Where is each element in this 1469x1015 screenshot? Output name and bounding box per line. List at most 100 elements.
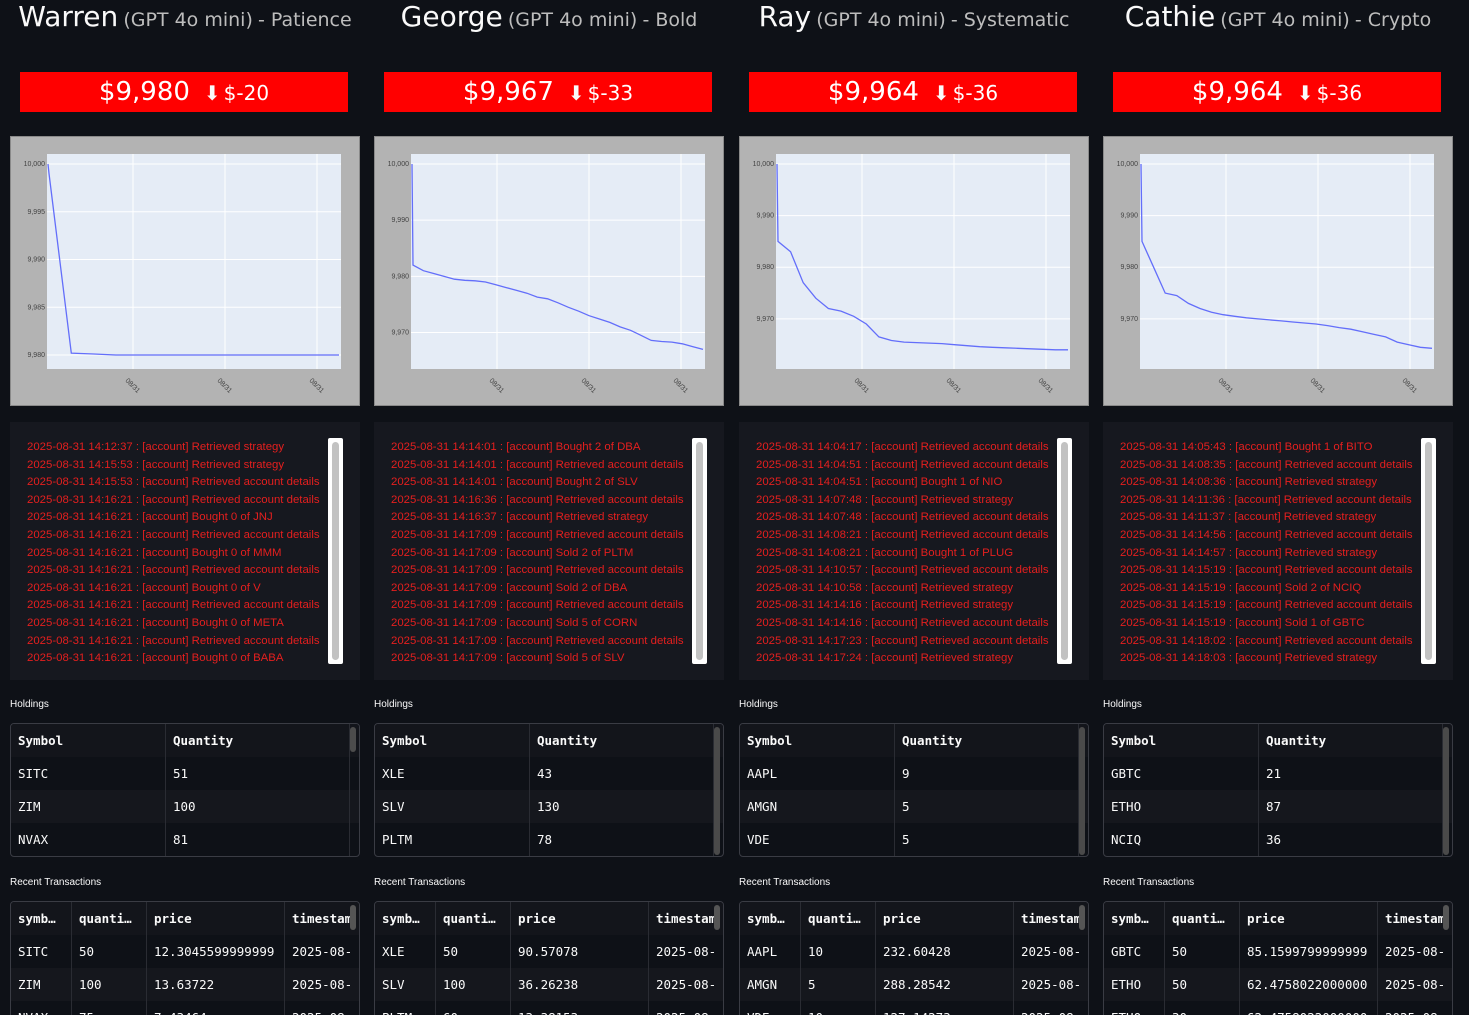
column-header[interactable]: timestam	[649, 902, 723, 935]
column-header[interactable]: quanti…	[801, 902, 876, 935]
portfolio-chart[interactable]: 10,000 9,990 9,980 9,970 08/31 08/31 08/31	[1103, 136, 1453, 406]
holdings-table[interactable]: Symbol Quantity XLE 43 SLV 130 PLTM 78	[374, 723, 724, 857]
table-row[interactable]: ZIM 100 13.63722 2025-08-	[11, 968, 359, 1001]
table-row[interactable]: SITC 51	[11, 757, 359, 790]
table-cell: ZIM	[11, 968, 72, 1001]
column-header[interactable]: price	[511, 902, 649, 935]
agent-model: (GPT 4o mini)	[123, 9, 253, 31]
column-header[interactable]: Quantity	[1259, 724, 1443, 757]
x-tick-label: 08/31	[488, 377, 505, 394]
log-scrollbar[interactable]	[328, 438, 343, 664]
log-scrollbar-thumb[interactable]	[1061, 442, 1068, 660]
table-row[interactable]: NCIQ 36	[1104, 823, 1452, 856]
table-row[interactable]: ETHO 50 62.4758022000000 2025-08-	[1104, 968, 1452, 1001]
portfolio-chart[interactable]: 10,000 9,990 9,980 9,970 08/31 08/31 08/31	[374, 136, 724, 406]
activity-log[interactable]: 2025-08-31 14:14:01 : [account] Bought 2…	[374, 422, 724, 680]
log-line: 2025-08-31 14:17:09 : [account] Sold 5 o…	[391, 652, 625, 665]
y-tick-label: 10,000	[1117, 161, 1139, 168]
transactions-scrollbar[interactable]	[714, 905, 720, 930]
table-cell: PLTM	[375, 823, 530, 856]
transactions-scrollbar[interactable]	[350, 905, 356, 930]
column-header[interactable]: quanti…	[72, 902, 147, 935]
column-header[interactable]: price	[147, 902, 285, 935]
column-header[interactable]: timestam	[285, 902, 359, 935]
agent-strategy: - Bold	[642, 9, 698, 31]
holdings-scrollbar[interactable]	[350, 727, 356, 752]
activity-log[interactable]: 2025-08-31 14:04:17 : [account] Retrieve…	[739, 422, 1089, 680]
column-header[interactable]: symb…	[740, 902, 801, 935]
transactions-table[interactable]: symb… quanti… price timestam AAPL 10 232.60428…	[739, 901, 1089, 1015]
portfolio-value: $9,967	[462, 77, 554, 107]
table-row[interactable]: NVAX757.434642025-08-	[11, 1001, 359, 1015]
table-row[interactable]: XLE 43	[375, 757, 723, 790]
transactions-table[interactable]: symb… quanti… price timestam XLE 50 90.57078 20…	[374, 901, 724, 1015]
column-header[interactable]: Symbol	[375, 724, 530, 757]
transactions-table[interactable]: symb… quanti… price timestam SITC 50 12.304559…	[10, 901, 360, 1015]
column-header[interactable]: Quantity	[895, 724, 1079, 757]
activity-log[interactable]: 2025-08-31 14:12:37 : [account] Retrieve…	[10, 422, 360, 680]
column-header[interactable]: price	[1240, 902, 1378, 935]
column-header[interactable]: timestam	[1378, 902, 1452, 935]
log-line: 2025-08-31 14:16:21 : [account] Retrieve…	[27, 634, 320, 647]
column-header[interactable]: Symbol	[1104, 724, 1259, 757]
table-header-row: Symbol Quantity	[375, 724, 723, 757]
log-scrollbar-thumb[interactable]	[332, 442, 339, 660]
holdings-scrollbar[interactable]	[1443, 727, 1449, 855]
column-header[interactable]: Symbol	[11, 724, 166, 757]
column-header[interactable]: Symbol	[740, 724, 895, 757]
portfolio-chart[interactable]: 10,000 9,990 9,980 9,970 08/31 08/31 08/31	[739, 136, 1089, 406]
log-scrollbar-thumb[interactable]	[696, 442, 703, 660]
holdings-scrollbar[interactable]	[1079, 727, 1085, 855]
holdings-scrollbar[interactable]	[714, 727, 720, 855]
table-row[interactable]: PLTM6013.381532025-08-	[375, 1001, 723, 1015]
holdings-table[interactable]: Symbol Quantity SITC 51 ZIM 100 NVAX 81	[10, 723, 360, 857]
table-cell: 30	[1165, 1001, 1240, 1015]
table-row[interactable]: PLTM 78	[375, 823, 723, 856]
agent-header: Ray (GPT 4o mini) - Systematic	[739, 0, 1089, 44]
table-row[interactable]: VDE10127.142732025-08-	[740, 1001, 1088, 1015]
agent-name: Cathie	[1124, 0, 1216, 33]
agent-strategy: - Crypto	[1354, 9, 1432, 31]
transactions-label: Recent Transactions	[1103, 877, 1195, 888]
table-row[interactable]: ETHO 87	[1104, 790, 1452, 823]
transactions-table[interactable]: symb… quanti… price timestam GBTC 50 85.159979…	[1103, 901, 1453, 1015]
log-scrollbar-thumb[interactable]	[1425, 442, 1432, 660]
table-row[interactable]: SLV 130	[375, 790, 723, 823]
portfolio-chart[interactable]: 10,000 9,995 9,990 9,985 9,980 08/31 08/31 08/3…	[10, 136, 360, 406]
holdings-table[interactable]: Symbol Quantity GBTC 21 ETHO 87 NCIQ 36	[1103, 723, 1453, 857]
table-row[interactable]: AAPL 9	[740, 757, 1088, 790]
column-header[interactable]: timestam	[1014, 902, 1088, 935]
table-row[interactable]: AMGN 5 288.28542 2025-08-	[740, 968, 1088, 1001]
column-header[interactable]: quanti…	[436, 902, 511, 935]
column-header[interactable]: symb…	[1104, 902, 1165, 935]
log-scrollbar[interactable]	[1057, 438, 1072, 664]
log-scrollbar[interactable]	[1421, 438, 1436, 664]
log-line: 2025-08-31 14:14:01 : [account] Retrieve…	[391, 458, 684, 471]
log-line: 2025-08-31 14:14:56 : [account] Retrieve…	[1120, 528, 1413, 541]
table-row[interactable]: AAPL 10 232.60428 2025-08-	[740, 935, 1088, 968]
table-row[interactable]: NVAX 81	[11, 823, 359, 856]
log-line: 2025-08-31 14:08:21 : [account] Bought 1…	[756, 546, 1014, 559]
log-scrollbar[interactable]	[692, 438, 707, 664]
table-cell: 87	[1259, 790, 1443, 823]
table-row[interactable]: VDE 5	[740, 823, 1088, 856]
holdings-table[interactable]: Symbol Quantity AAPL 9 AMGN 5 VDE 5	[739, 723, 1089, 857]
table-row[interactable]: XLE 50 90.57078 2025-08-	[375, 935, 723, 968]
table-row[interactable]: AMGN 5	[740, 790, 1088, 823]
activity-log[interactable]: 2025-08-31 14:05:43 : [account] Bought 1…	[1103, 422, 1453, 680]
table-row[interactable]: GBTC 50 85.1599799999999 2025-08-	[1104, 935, 1452, 968]
column-header[interactable]: symb…	[11, 902, 72, 935]
y-tick-label: 10,000	[388, 161, 410, 168]
table-row[interactable]: GBTC 21	[1104, 757, 1452, 790]
column-header[interactable]: Quantity	[530, 724, 714, 757]
transactions-scrollbar[interactable]	[1079, 905, 1085, 930]
table-row[interactable]: SITC 50 12.3045599999999 2025-08-	[11, 935, 359, 968]
transactions-scrollbar[interactable]	[1443, 905, 1449, 930]
column-header[interactable]: symb…	[375, 902, 436, 935]
column-header[interactable]: price	[876, 902, 1014, 935]
table-row[interactable]: ETHO3062.47580220000002025-08-	[1104, 1001, 1452, 1015]
column-header[interactable]: Quantity	[166, 724, 350, 757]
column-header[interactable]: quanti…	[1165, 902, 1240, 935]
table-row[interactable]: SLV 100 36.26238 2025-08-	[375, 968, 723, 1001]
table-row[interactable]: ZIM 100	[11, 790, 359, 823]
